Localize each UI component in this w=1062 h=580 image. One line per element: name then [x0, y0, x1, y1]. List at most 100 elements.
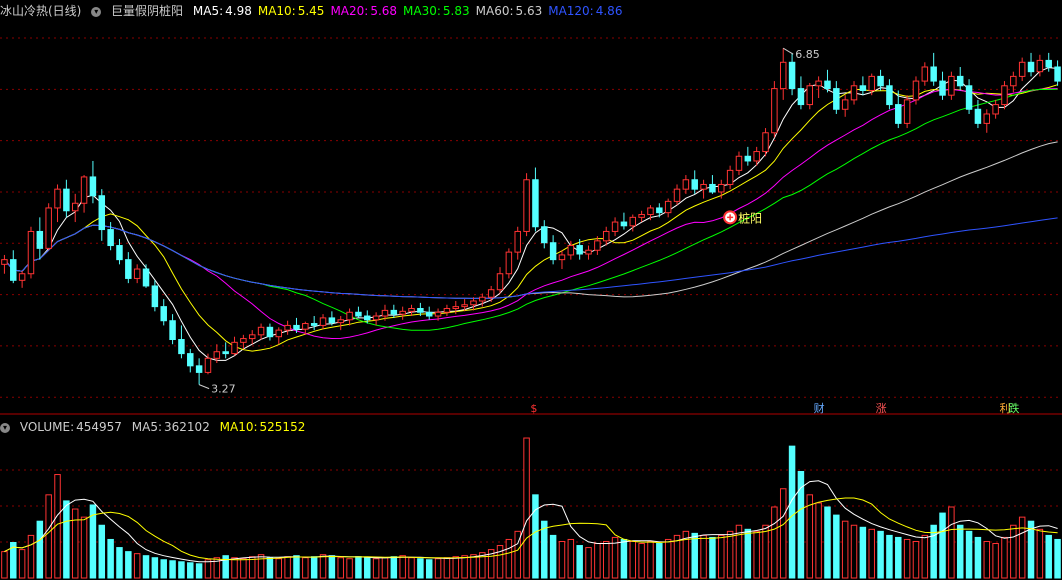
candle-body — [886, 85, 893, 106]
volume-bar — [726, 530, 734, 579]
candle-body — [744, 155, 752, 162]
volume-gridlines — [0, 469, 1062, 543]
low-label: 3.27 — [211, 383, 236, 396]
volume-bar — [1054, 538, 1061, 579]
candle-body — [541, 226, 548, 244]
price-header: 冰山冷热(日线) ▾ 巨量假阴桩阳 MA5: 4.98 MA10: 5.45 MA20:… — [0, 2, 634, 20]
price-gridlines — [0, 37, 1062, 415]
ma-legend-value: 5.45 — [297, 4, 325, 18]
candle-body — [779, 61, 787, 90]
candle-body — [841, 99, 849, 110]
volume-bar — [620, 538, 628, 579]
candle-body — [726, 169, 734, 185]
volume-bar — [408, 557, 415, 579]
volume-bar — [912, 540, 920, 579]
candle-body — [302, 323, 309, 330]
candle-body — [18, 273, 26, 281]
volume-bar — [266, 557, 274, 579]
volume-header: ▾ VOLUME: 454957 MA5: 362102 MA10: 525152 — [0, 418, 311, 436]
candle-body — [461, 304, 468, 308]
candlesticks — [1, 48, 1061, 385]
candle-body — [815, 80, 822, 87]
candle-body — [656, 207, 663, 214]
volume-label: VOLUME: — [19, 420, 75, 434]
volume-bar — [974, 536, 982, 579]
candle-body — [98, 195, 106, 231]
volume-bar — [594, 543, 601, 579]
candle-body — [948, 75, 955, 96]
ma-legend-value: 5.63 — [515, 4, 543, 18]
ma-legend-value: 5.68 — [370, 4, 398, 18]
volume-bar — [629, 540, 637, 579]
candle-body — [673, 188, 681, 202]
candle-body — [213, 351, 221, 359]
volume-bar — [284, 556, 291, 579]
volume-bar — [169, 560, 176, 579]
volume-bar — [204, 559, 212, 579]
candle-body — [142, 268, 150, 287]
candle-body — [204, 357, 212, 373]
volume-bar — [452, 556, 460, 579]
candle-body — [284, 324, 291, 331]
volume-bar — [824, 506, 831, 579]
candle-body — [169, 320, 176, 341]
candle-body — [63, 188, 70, 212]
volume-bar — [1045, 534, 1052, 579]
chart-title: 冰山冷热(日线) — [0, 4, 82, 18]
candle-body — [549, 242, 557, 261]
volume-bar — [1001, 536, 1008, 579]
collapse-icon[interactable]: ▾ — [91, 6, 102, 17]
candle-body — [868, 75, 875, 91]
volume-bar — [833, 514, 840, 579]
volume-bar — [337, 557, 344, 579]
volume-bar — [310, 556, 318, 579]
candle-body — [452, 306, 460, 310]
candle-body — [399, 310, 406, 315]
volume-bar — [71, 508, 79, 579]
volume-bar — [771, 506, 778, 579]
volume-bar — [443, 557, 451, 579]
event-marker: 跌 — [1008, 401, 1019, 415]
volume-bar — [372, 558, 380, 579]
candle-body — [797, 88, 805, 106]
candle-body — [1045, 59, 1052, 68]
candle-body — [992, 104, 999, 115]
candle-body — [788, 61, 796, 90]
volume-bar — [1036, 528, 1044, 579]
candle-body — [107, 229, 114, 247]
volume-bar — [1, 551, 8, 579]
volume-bar — [151, 557, 159, 579]
vol-ma10-value: 525152 — [259, 420, 306, 434]
volume-bar — [558, 540, 566, 579]
candle-body — [611, 221, 619, 232]
collapse-icon[interactable]: ▾ — [0, 422, 10, 433]
candle-body — [930, 66, 937, 82]
volume-bar — [231, 557, 238, 579]
volume-bar — [532, 494, 539, 579]
candle-body — [903, 99, 911, 124]
volume-bar — [425, 559, 433, 579]
candle-body — [700, 183, 707, 190]
candle-body — [487, 289, 495, 298]
candle-body — [735, 155, 743, 171]
candle-body — [425, 311, 433, 317]
volume-bar — [718, 534, 725, 579]
volume-bar — [939, 512, 946, 579]
candle-body — [682, 179, 690, 190]
candle-body — [576, 245, 583, 255]
candle-body — [381, 309, 389, 317]
event-marker: $ — [530, 402, 537, 415]
volume-bar — [877, 530, 884, 579]
candle-body — [602, 230, 610, 242]
volume-bar — [921, 534, 929, 579]
candle-body — [806, 85, 814, 106]
volume-bar — [965, 530, 973, 579]
vol-ma10-label: MA10: — [219, 420, 258, 434]
candle-body — [921, 66, 929, 82]
candle-body — [89, 176, 97, 197]
candle-body — [36, 230, 44, 249]
volume-bar — [673, 534, 681, 579]
candle-body — [629, 216, 637, 227]
ma-legend-value: 5.83 — [442, 4, 470, 18]
candle-body — [824, 80, 831, 90]
